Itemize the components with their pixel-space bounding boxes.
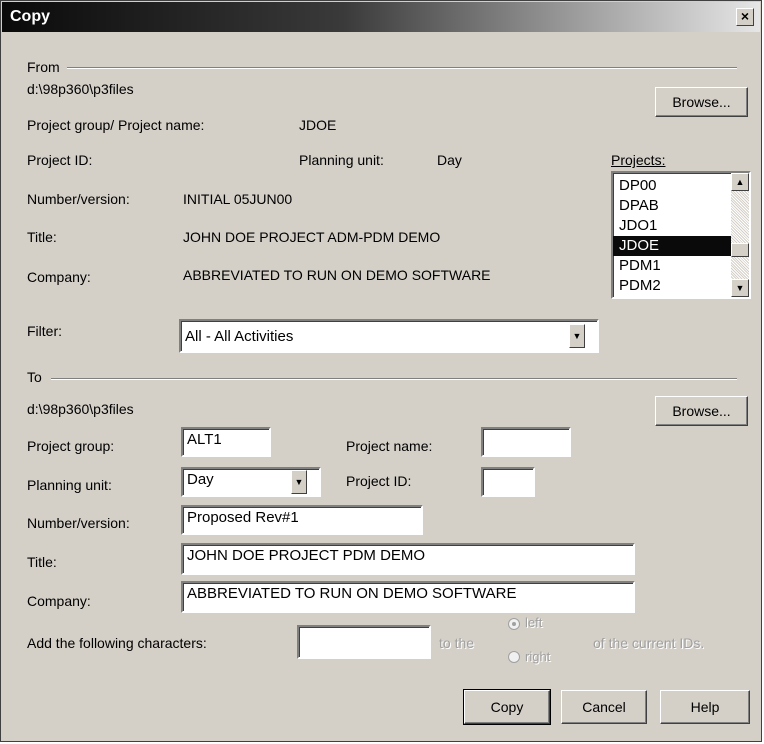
from-planning-unit-label: Planning unit: — [299, 152, 384, 168]
project-name-input[interactable] — [481, 427, 571, 457]
project-group-input[interactable]: ALT1 — [181, 427, 271, 457]
company-input[interactable]: ABBREVIATED TO RUN ON DEMO SOFTWARE — [181, 581, 635, 613]
list-item[interactable]: JDO1 — [613, 216, 731, 236]
current-ids-label: of the current IDs. — [593, 635, 705, 651]
scroll-up-arrow-icon[interactable]: ▲ — [731, 173, 749, 191]
to-title-label: Title: — [27, 554, 57, 570]
to-separator — [51, 378, 737, 380]
to-header: To — [27, 369, 42, 385]
title-input[interactable]: JOHN DOE PROJECT PDM DEMO — [181, 543, 635, 575]
from-company-value: ABBREVIATED TO RUN ON DEMO SOFTWARE — [183, 267, 491, 283]
from-header: From — [27, 59, 60, 75]
filter-value: All - All Activities — [185, 328, 294, 345]
scroll-thumb[interactable] — [731, 243, 749, 257]
from-company-label: Company: — [27, 269, 91, 285]
add-chars-label: Add the following characters: — [27, 635, 207, 651]
cancel-button[interactable]: Cancel — [561, 690, 647, 724]
list-item[interactable]: PDM1 — [613, 256, 731, 276]
to-number-version-label: Number/version: — [27, 515, 130, 531]
copy-button[interactable]: Copy — [463, 689, 551, 725]
dialog-title: Copy — [10, 8, 50, 25]
filter-select[interactable]: All - All Activities — [179, 319, 599, 353]
from-browse-button[interactable]: Browse... — [655, 87, 748, 117]
number-version-input[interactable]: Proposed Rev#1 — [181, 505, 423, 535]
projects-listbox[interactable]: DP00 DPAB JDO1 JDOE PDM1 PDM2 ▲ ▼ — [611, 171, 751, 299]
copy-dialog: Copy × From d:\98p360\p3files Browse... … — [0, 0, 762, 742]
projects-label: Projects: — [611, 152, 666, 168]
to-planning-unit-label: Planning unit: — [27, 477, 112, 493]
right-radio[interactable] — [508, 651, 520, 663]
from-number-version-label: Number/version: — [27, 191, 130, 207]
left-radio[interactable] — [508, 618, 520, 630]
filter-dropdown-icon[interactable]: ▼ — [569, 324, 585, 348]
right-radio-label: right — [525, 649, 551, 664]
to-browse-button[interactable]: Browse... — [655, 396, 748, 426]
from-group-name-value: JDOE — [299, 117, 337, 133]
list-item[interactable]: DP00 — [613, 176, 731, 196]
project-id-input[interactable] — [481, 467, 535, 497]
planning-unit-value: Day — [187, 471, 214, 488]
help-button[interactable]: Help — [660, 690, 750, 724]
to-the-label: to the — [439, 635, 475, 651]
to-path: d:\98p360\p3files — [27, 401, 134, 417]
left-radio-label: left — [525, 615, 543, 630]
from-planning-unit-value: Day — [437, 152, 462, 168]
add-chars-input[interactable] — [297, 625, 431, 659]
title-bar[interactable]: Copy × — [2, 2, 760, 32]
from-separator — [67, 67, 737, 69]
to-project-group-label: Project group: — [27, 438, 115, 454]
from-group-name-label: Project group/ Project name: — [27, 117, 205, 133]
to-project-id-label: Project ID: — [346, 473, 412, 489]
close-button[interactable]: × — [736, 8, 754, 26]
from-title-label: Title: — [27, 229, 57, 245]
to-company-label: Company: — [27, 593, 91, 609]
from-number-version-value: INITIAL 05JUN00 — [183, 191, 293, 207]
from-path: d:\98p360\p3files — [27, 81, 134, 97]
scroll-down-arrow-icon[interactable]: ▼ — [731, 279, 749, 297]
list-item-selected[interactable]: JDOE — [613, 236, 731, 256]
list-item[interactable]: DPAB — [613, 196, 731, 216]
to-project-name-label: Project name: — [346, 438, 433, 454]
list-item[interactable]: PDM2 — [613, 276, 731, 296]
planning-unit-dropdown-icon[interactable]: ▼ — [291, 470, 307, 494]
filter-label: Filter: — [27, 323, 62, 339]
from-title-value: JOHN DOE PROJECT ADM-PDM DEMO — [183, 229, 441, 245]
projects-scrollbar[interactable]: ▲ ▼ — [731, 173, 749, 297]
from-project-id-label: Project ID: — [27, 152, 93, 168]
